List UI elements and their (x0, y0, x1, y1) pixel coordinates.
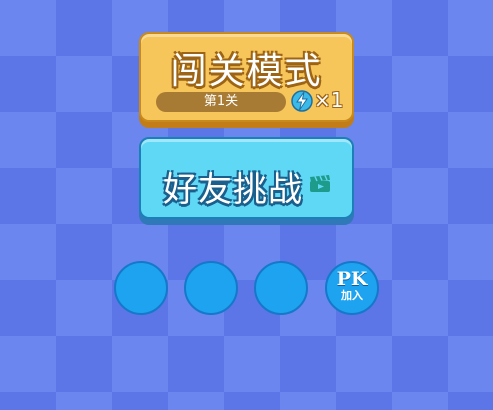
lightning-energy-icon (291, 90, 313, 112)
friend-challenge-button[interactable]: 好友挑战 (139, 137, 354, 219)
player-slot-1[interactable] (114, 261, 168, 315)
player-slot-2[interactable] (184, 261, 238, 315)
friend-challenge-title: 好友挑战 (163, 170, 303, 210)
pk-join-button[interactable]: PK 加入 (325, 261, 379, 315)
challenge-mode-button[interactable]: 闯关模式 第1关 ×1 (139, 32, 354, 122)
challenge-mode-title: 闯关模式 (170, 51, 323, 92)
player-slot-3[interactable] (254, 261, 308, 315)
pk-label: PK (336, 268, 368, 290)
video-clapper-icon (310, 175, 330, 192)
level-label: 第1关 (156, 92, 286, 112)
energy-count: ×1 (314, 88, 344, 112)
join-label: 加入 (341, 289, 363, 302)
